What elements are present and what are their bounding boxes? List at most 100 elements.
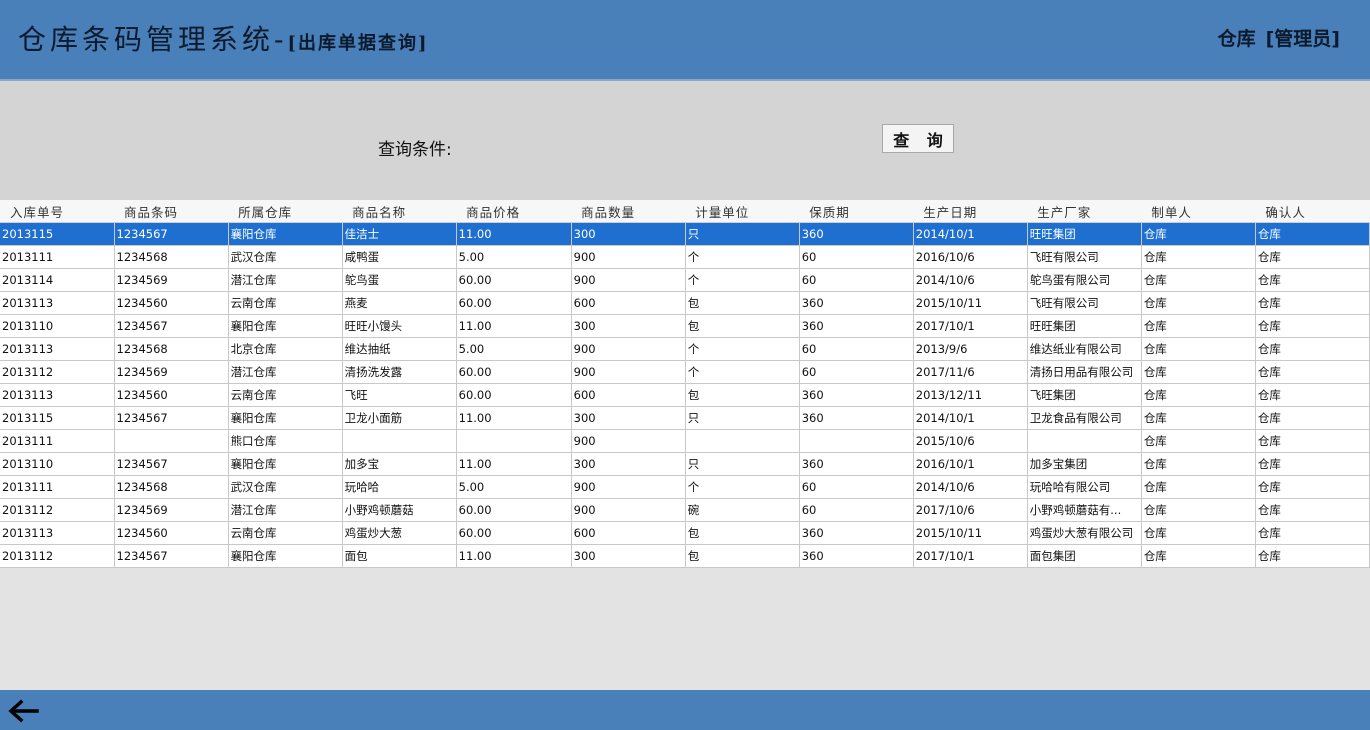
table-row[interactable]: 2013113 1234560 云南仓库 鸡蛋炒大葱 60.00 600 包 360 2015/…	[0, 521, 1370, 545]
table-cell: 2017/10/1	[913, 544, 1028, 568]
column-header[interactable]: 计量单位	[685, 200, 800, 223]
column-header[interactable]: 所属仓库	[228, 200, 343, 223]
table-row[interactable]: 2013111 1234568 武汉仓库 玩哈哈 5.00 900 个 60 2014/10/6…	[0, 475, 1370, 499]
table-row[interactable]: 2013113 1234560 云南仓库 飞旺 60.00 600 包 360 2013/12/…	[0, 383, 1370, 407]
table-cell: 360	[799, 222, 914, 246]
table-cell: 60	[799, 337, 914, 361]
table-cell: 300	[571, 222, 686, 246]
table-cell: 仓库	[1141, 360, 1256, 384]
column-header[interactable]: 商品名称	[342, 200, 457, 223]
table-cell: 60	[799, 245, 914, 269]
table-cell: 飞旺有限公司	[1027, 291, 1142, 315]
table-cell: 2013114	[0, 268, 115, 292]
table-cell: 2013113	[0, 291, 115, 315]
table-cell: 个	[685, 475, 800, 499]
column-header[interactable]: 商品价格	[456, 200, 572, 223]
query-button[interactable]: 查 询	[882, 124, 954, 153]
table-row[interactable]: 2013112 1234569 潜江仓库 小野鸡顿蘑菇 60.00 900 碗 60 2017/…	[0, 498, 1370, 522]
table-row[interactable]: 2013111 1234568 武汉仓库 咸鸭蛋 5.00 900 个 60 2016/10/6…	[0, 245, 1370, 269]
table-row[interactable]: 2013115 1234567 襄阳仓库 卫龙小面筋 11.00 300 只 360 2014/…	[0, 406, 1370, 430]
table-cell	[799, 429, 914, 453]
table-row[interactable]: 2013114 1234569 潜江仓库 鸵鸟蛋 60.00 900 个 60 2014/10/…	[0, 268, 1370, 292]
table-cell: 仓库	[1255, 337, 1370, 361]
table-cell: 1234569	[114, 360, 229, 384]
table-cell: 仓库	[1141, 222, 1256, 246]
table-cell: 仓库	[1141, 544, 1256, 568]
table-cell: 加多宝集团	[1027, 452, 1142, 476]
table-cell: 潜江仓库	[228, 360, 343, 384]
table-cell: 仓库	[1255, 498, 1370, 522]
table-cell: 仓库	[1141, 383, 1256, 407]
table-cell: 360	[799, 406, 914, 430]
table-cell: 1234568	[114, 337, 229, 361]
table-row[interactable]: 2013111 熊口仓库 900 2015/10/6 仓库 仓库	[0, 429, 1370, 453]
table-cell: 个	[685, 337, 800, 361]
table-cell: 清扬洗发露	[342, 360, 457, 384]
table-cell: 鸡蛋炒大葱	[342, 521, 457, 545]
table-cell: 1234569	[114, 498, 229, 522]
table-cell: 2014/10/1	[913, 222, 1028, 246]
column-header[interactable]: 商品条码	[114, 200, 229, 223]
table-cell: 60.00	[456, 498, 572, 522]
table-cell: 仓库	[1141, 314, 1256, 338]
table-row[interactable]: 2013112 1234567 襄阳仓库 面包 11.00 300 包 360 2017/10/…	[0, 544, 1370, 568]
column-header[interactable]: 商品数量	[571, 200, 686, 223]
table-cell: 包	[685, 521, 800, 545]
table-cell: 360	[799, 521, 914, 545]
user-name: 仓库	[1217, 28, 1256, 50]
table-cell: 飞旺有限公司	[1027, 245, 1142, 269]
table-cell: 11.00	[456, 406, 572, 430]
table-cell: 包	[685, 291, 800, 315]
table-row[interactable]: 2013113 1234568 北京仓库 维达抽纸 5.00 900 个 60 2013/9/6…	[0, 337, 1370, 361]
table-cell	[685, 429, 800, 453]
table-cell: 玩哈哈有限公司	[1027, 475, 1142, 499]
table-cell: 仓库	[1141, 498, 1256, 522]
table-cell: 600	[571, 521, 686, 545]
table-row[interactable]: 2013110 1234567 襄阳仓库 旺旺小馒头 11.00 300 包 360 2017/…	[0, 314, 1370, 338]
table-row[interactable]: 2013112 1234569 潜江仓库 清扬洗发露 60.00 900 个 60 2017/1…	[0, 360, 1370, 384]
table-cell: 300	[571, 544, 686, 568]
table-cell: 2017/10/6	[913, 498, 1028, 522]
table-cell: 云南仓库	[228, 291, 343, 315]
table-cell: 60	[799, 268, 914, 292]
table-row[interactable]: 2013110 1234567 襄阳仓库 加多宝 11.00 300 只 360 2016/10…	[0, 452, 1370, 476]
table-cell: 600	[571, 383, 686, 407]
app-title-text: 仓库条码管理系统-	[18, 23, 288, 56]
table-cell: 襄阳仓库	[228, 544, 343, 568]
table-cell: 1234560	[114, 383, 229, 407]
table-cell: 360	[799, 383, 914, 407]
table-row[interactable]: 2013115 1234567 襄阳仓库 佳洁士 11.00 300 只 360 2014/10…	[0, 222, 1370, 246]
table-cell: 2013113	[0, 521, 115, 545]
table-cell: 2014/10/6	[913, 475, 1028, 499]
table-row[interactable]: 2013113 1234560 云南仓库 燕麦 60.00 600 包 360 2015/10/…	[0, 291, 1370, 315]
table-cell: 只	[685, 452, 800, 476]
table-cell: 鸡蛋炒大葱有限公司	[1027, 521, 1142, 545]
table-cell: 11.00	[456, 544, 572, 568]
table-cell: 60	[799, 360, 914, 384]
table-cell: 碗	[685, 498, 800, 522]
column-header[interactable]: 生产厂家	[1027, 200, 1142, 223]
table-body: 2013115 1234567 襄阳仓库 佳洁士 11.00 300 只 360 2014/10…	[0, 222, 1370, 568]
table-cell: 11.00	[456, 222, 572, 246]
column-header[interactable]: 生产日期	[913, 200, 1028, 223]
table-cell: 仓库	[1255, 452, 1370, 476]
table-cell: 2013/9/6	[913, 337, 1028, 361]
column-header[interactable]: 保质期	[799, 200, 914, 223]
column-header[interactable]: 制单人	[1141, 200, 1256, 223]
table-cell: 小野鸡顿蘑菇	[342, 498, 457, 522]
column-header[interactable]: 确认人	[1255, 200, 1370, 223]
table-header-row: 入库单号 商品条码 所属仓库 商品名称 商品价格 商品数量 计量单位 保质期 生产日期 生产厂家制…	[0, 200, 1370, 223]
table-cell: 900	[571, 337, 686, 361]
table-cell	[342, 429, 457, 453]
table-cell: 2013115	[0, 406, 115, 430]
column-header[interactable]: 入库单号	[0, 200, 115, 223]
query-panel: 查询条件: 查 询	[0, 81, 1370, 200]
table-cell: 2013113	[0, 383, 115, 407]
arrow-left-icon[interactable]	[6, 698, 40, 724]
table-cell: 包	[685, 314, 800, 338]
table-cell: 个	[685, 268, 800, 292]
table-cell: 2015/10/11	[913, 291, 1028, 315]
table-cell: 云南仓库	[228, 383, 343, 407]
table-cell: 1234569	[114, 268, 229, 292]
table-cell: 武汉仓库	[228, 245, 343, 269]
